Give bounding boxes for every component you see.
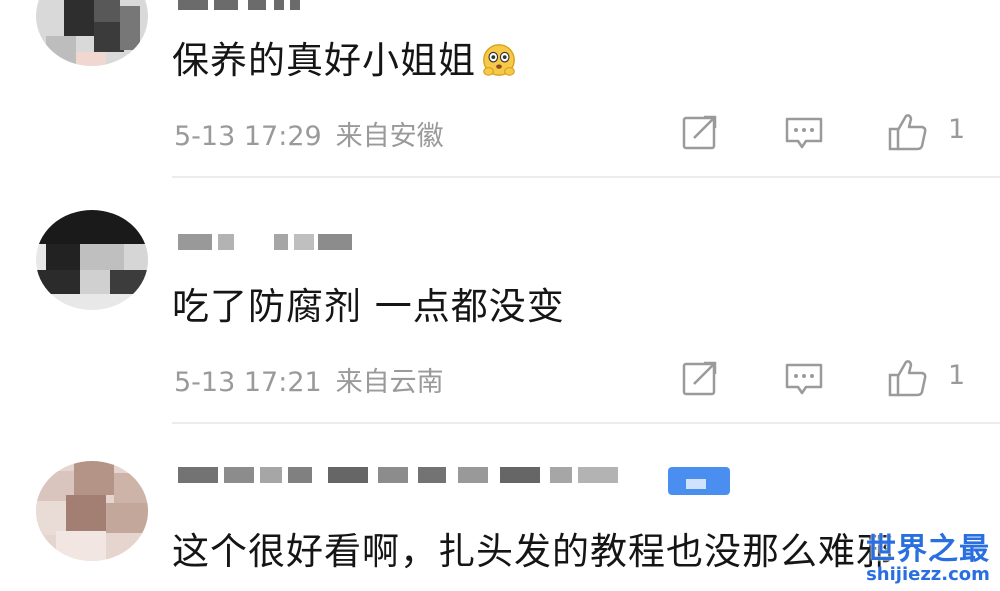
comment-location: 来自云南 (335, 367, 444, 398)
thumbs-up-icon[interactable] (886, 110, 930, 154)
divider (172, 422, 1000, 424)
username[interactable] (178, 467, 638, 489)
username[interactable] (178, 0, 318, 16)
blushing-emoji-icon (483, 44, 515, 76)
like-count: 1 (948, 360, 966, 391)
share-icon[interactable] (678, 110, 722, 154)
comment-actions: 1 (678, 110, 978, 154)
comment-item: 保养的真好小姐姐 5-13 17:29 来自安徽 1 (0, 0, 1000, 180)
like-count: 1 (948, 114, 966, 145)
thumbs-up-icon[interactable] (886, 356, 930, 400)
watermark-site: shijiezz.com (866, 564, 990, 585)
comment-item: 吃了防腐剂 一点都没变 5-13 17:21 来自云南 1 (0, 180, 1000, 425)
comment-icon[interactable] (782, 110, 826, 154)
comment-text: 保养的真好小姐姐 (172, 30, 518, 84)
comment-actions: 1 (678, 356, 978, 400)
avatar[interactable] (36, 461, 148, 561)
share-icon[interactable] (678, 356, 722, 400)
comment-meta: 5-13 17:21 来自云南 (174, 360, 444, 399)
comment-text: 这个很好看啊，扎头发的教程也没那么难邪 (172, 530, 894, 573)
member-badge (668, 467, 730, 495)
divider (172, 176, 1000, 178)
username[interactable] (178, 234, 358, 256)
comment-meta: 5-13 17:29 来自安徽 (174, 114, 444, 153)
comment-text: 吃了防腐剂 一点都没变 (172, 285, 565, 328)
avatar[interactable] (36, 210, 148, 310)
comment-time: 5-13 17:21 (174, 367, 322, 398)
comment-feed: 保养的真好小姐姐 5-13 17:29 来自安徽 1 吃了防腐剂 一点都没变 5… (0, 0, 1000, 591)
comment-location: 来自安徽 (335, 121, 444, 152)
comment-icon[interactable] (782, 356, 826, 400)
comment-item: 这个很好看啊，扎头发的教程也没那么难邪 (0, 425, 1000, 591)
watermark-title: 世界之最 (866, 532, 990, 567)
avatar[interactable] (36, 0, 148, 66)
watermark-logo: 世界之最 shijiezz.com (866, 524, 990, 585)
comment-time: 5-13 17:29 (174, 121, 322, 152)
